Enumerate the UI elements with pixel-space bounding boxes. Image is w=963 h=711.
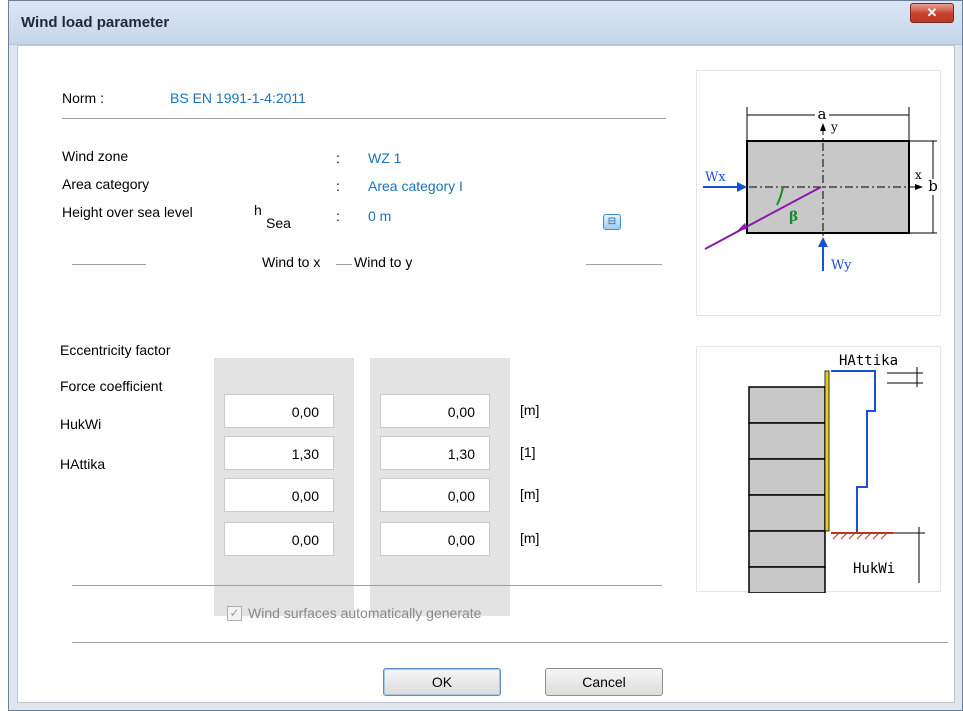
wind-zone-value: WZ 1 — [368, 150, 402, 166]
dimension-a-label: a — [818, 105, 827, 123]
checkmark-icon: ✓ — [229, 606, 240, 620]
divider — [72, 642, 948, 643]
wind-zone-colon: : — [336, 150, 340, 166]
dialog-window: Wind load parameter ✕ Norm : BS EN 1991-… — [8, 0, 963, 711]
column-header-wind-y: Wind to y — [354, 254, 413, 270]
row-label-hukwi: HukWi — [60, 416, 102, 432]
norm-label: Norm : — [62, 90, 104, 106]
expand-icon: ⊟ — [607, 216, 617, 227]
dialog-content: Norm : BS EN 1991-1-4:2011 Wind zone : W… — [17, 45, 955, 703]
row-label-eccentricity: Eccentricity factor — [60, 342, 171, 358]
dimension-b-label: b — [928, 177, 938, 195]
wind-direction-diagram: a b y x Wx Wy β — [696, 70, 941, 316]
wx-label: Wx — [705, 170, 726, 185]
divider — [62, 118, 666, 119]
divider — [72, 264, 146, 265]
height-sea-symbol: h — [254, 202, 262, 218]
eccentricity-x-input[interactable]: 0,00 — [224, 394, 334, 428]
hattika-label: HAttika — [839, 353, 898, 369]
norm-value: BS EN 1991-1-4:2011 — [170, 90, 306, 106]
eccentricity-y-input[interactable]: 0,00 — [380, 394, 490, 428]
divider — [72, 585, 662, 586]
force-coefficient-x-input[interactable]: 1,30 — [224, 436, 334, 470]
unit-label: [m] — [520, 486, 540, 502]
divider — [586, 264, 662, 265]
details-button[interactable]: ⊟ — [603, 214, 621, 230]
hukwi-y-input[interactable]: 0,00 — [380, 478, 490, 512]
hukwi-label: HukWi — [853, 561, 895, 577]
hukwi-x-input[interactable]: 0,00 — [224, 478, 334, 512]
window-title: Wind load parameter — [21, 14, 170, 31]
attica-height-diagram: HAttika HukWi — [696, 346, 941, 593]
column-header-wind-x: Wind to x — [262, 254, 321, 270]
height-sea-colon: : — [336, 208, 340, 224]
wind-zone-label: Wind zone — [62, 148, 129, 164]
wy-label: Wy — [831, 258, 852, 273]
unit-label: [1] — [520, 444, 536, 460]
ok-button[interactable]: OK — [383, 668, 501, 696]
height-sea-label: Height over sea level — [62, 204, 193, 220]
hattika-x-input[interactable]: 0,00 — [224, 522, 334, 556]
height-sea-value: 0 m — [368, 208, 392, 224]
hattika-y-input[interactable]: 0,00 — [380, 522, 490, 556]
unit-label: [m] — [520, 530, 540, 546]
x-axis-label: x — [915, 168, 922, 182]
beta-label: β — [789, 209, 798, 225]
divider — [336, 264, 352, 265]
area-category-value: Area category I — [368, 178, 463, 194]
close-icon: ✕ — [926, 5, 938, 20]
row-label-force-coefficient: Force coefficient — [60, 378, 163, 394]
unit-label: [m] — [520, 402, 540, 418]
title-bar[interactable]: Wind load parameter ✕ — [9, 1, 962, 45]
auto-generate-checkbox[interactable]: ✓ — [227, 606, 242, 621]
force-coefficient-y-input[interactable]: 1,30 — [380, 436, 490, 470]
close-button[interactable]: ✕ — [910, 3, 954, 23]
y-axis-label: y — [830, 120, 838, 134]
area-category-colon: : — [336, 178, 340, 194]
row-label-hattika: HAttika — [60, 456, 106, 472]
height-sea-subscript: Sea — [266, 215, 291, 231]
area-category-label: Area category — [62, 176, 150, 192]
cancel-button[interactable]: Cancel — [545, 668, 663, 696]
auto-generate-label: Wind surfaces automatically generate — [248, 605, 482, 621]
